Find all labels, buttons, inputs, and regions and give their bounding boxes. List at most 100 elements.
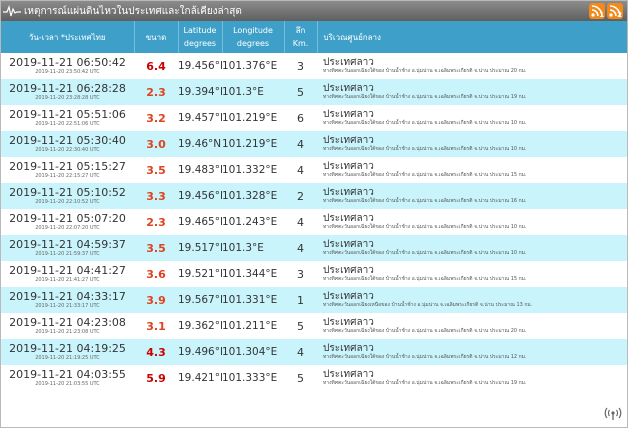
local-time: 2019-11-21 06:50:42	[9, 55, 126, 69]
datetime-cell: 2019-11-21 05:30:40 2019-11-20 22:30:40 U…	[1, 131, 134, 157]
magnitude-cell: 3.6	[146, 267, 166, 281]
magnitude-cell: 5.9	[146, 371, 166, 385]
rss-feed-2-number: 2	[617, 11, 622, 19]
utc-time: 2019-11-20 21:19:25 UTC	[35, 354, 100, 361]
longitude-cell: 101.3°E	[222, 242, 264, 254]
location-detail: ทางทิศตะวันออกเฉียงใต้ของ บ้านน้ำช้าง อ.…	[323, 276, 527, 282]
area-cell: ประเทศลาว ทางทิศตะวันออกเฉียงใต้ของ บ้านน…	[317, 53, 627, 79]
table-header-row: วัน-เวลา *ประเทศไทย ขนาด Latitude degrees…	[1, 21, 627, 53]
table-row[interactable]: 2019-11-21 05:51:06 2019-11-20 22:51:06 U…	[1, 105, 627, 131]
location-detail: ทางทิศตะวันออกเฉียงใต้ของ บ้านน้ำช้าง อ.…	[323, 198, 527, 204]
col-area: บริเวณศูนย์กลาง	[317, 21, 627, 53]
location-detail: ทางทิศตะวันออกเฉียงใต้ของ บ้านน้ำช้าง อ.…	[323, 146, 527, 152]
utc-time: 2019-11-20 22:07:20 UTC	[35, 224, 100, 231]
area-cell: ประเทศลาว ทางทิศตะวันออกเฉียงใต้ของ บ้านน…	[317, 105, 627, 131]
area-cell: ประเทศลาว ทางทิศตะวันออกเฉียงใต้ของ บ้านน…	[317, 365, 627, 391]
magnitude-cell: 2.3	[146, 85, 166, 99]
broadcast-icon[interactable]	[603, 407, 623, 421]
table-row[interactable]: 2019-11-21 04:33:17 2019-11-20 21:33:17 U…	[1, 287, 627, 313]
location-detail: ทางทิศตะวันออกเฉียงเหนือของ บ้านน้ำช้าง …	[323, 302, 533, 308]
col-depth-unit: Km.	[292, 39, 309, 48]
datetime-cell: 2019-11-21 06:50:42 2019-11-20 23:50:42 U…	[1, 53, 134, 79]
utc-time: 2019-11-20 21:41:27 UTC	[35, 276, 100, 283]
country-name: ประเทศลาว	[323, 135, 374, 146]
table-row[interactable]: 2019-11-21 06:28:28 2019-11-20 23:28:28 U…	[1, 79, 627, 105]
magnitude-cell: 2.3	[146, 215, 166, 229]
utc-time: 2019-11-20 23:50:42 UTC	[35, 68, 100, 75]
area-cell: ประเทศลาว ทางทิศตะวันออกเฉียงใต้ของ บ้านน…	[317, 157, 627, 183]
latitude-cell: 19.483°N	[178, 164, 222, 176]
table-row[interactable]: 2019-11-21 04:03:55 2019-11-20 21:03:55 U…	[1, 365, 627, 391]
longitude-cell: 101.344°E	[222, 268, 278, 280]
longitude-cell: 101.219°E	[222, 138, 278, 150]
country-name: ประเทศลาว	[323, 187, 374, 198]
magnitude-cell: 3.5	[146, 163, 166, 177]
datetime-cell: 2019-11-21 04:59:37 2019-11-20 21:59:37 U…	[1, 235, 134, 261]
longitude-cell: 101.376°E	[222, 60, 278, 72]
area-cell: ประเทศลาว ทางทิศตะวันออกเฉียงใต้ของ บ้านน…	[317, 261, 627, 287]
longitude-cell: 101.304°E	[222, 346, 278, 358]
datetime-cell: 2019-11-21 04:33:17 2019-11-20 21:33:17 U…	[1, 287, 134, 313]
table-row[interactable]: 2019-11-21 05:15:27 2019-11-20 22:15:27 U…	[1, 157, 627, 183]
longitude-cell: 101.3°E	[222, 86, 264, 98]
earthquake-table: วัน-เวลา *ประเทศไทย ขนาด Latitude degrees…	[1, 21, 627, 391]
local-time: 2019-11-21 05:51:06	[9, 107, 126, 121]
rss-feed-1-icon[interactable]: 1	[589, 3, 605, 19]
table-row[interactable]: 2019-11-21 04:23:08 2019-11-20 21:23:08 U…	[1, 313, 627, 339]
longitude-cell: 101.331°E	[222, 294, 278, 306]
country-name: ประเทศลาว	[323, 83, 374, 94]
col-latitude: Latitude degrees	[178, 21, 223, 53]
country-name: ประเทศลาว	[323, 161, 374, 172]
local-time: 2019-11-21 04:03:55	[9, 367, 126, 381]
depth-cell: 4	[297, 215, 304, 229]
col-longitude: Longitude degrees	[222, 21, 285, 53]
country-name: ประเทศลาว	[323, 239, 374, 250]
col-latitude-unit: degrees	[183, 39, 217, 48]
area-cell: ประเทศลาว ทางทิศตะวันออกเฉียงใต้ของ บ้านน…	[317, 313, 627, 339]
depth-cell: 4	[297, 345, 304, 359]
magnitude-cell: 6.4	[146, 59, 166, 73]
rss-feed-1-number: 1	[599, 11, 604, 19]
panel-header: เหตุการณ์แผ่นดินไหวในประเทศและใกล้เคียงล…	[1, 1, 627, 21]
table-row[interactable]: 2019-11-21 05:07:20 2019-11-20 22:07:20 U…	[1, 209, 627, 235]
table-row[interactable]: 2019-11-21 05:30:40 2019-11-20 22:30:40 U…	[1, 131, 627, 157]
longitude-cell: 101.219°E	[222, 112, 278, 124]
magnitude-cell: 3.2	[146, 111, 166, 125]
country-name: ประเทศลาว	[323, 213, 374, 224]
longitude-cell: 101.328°E	[222, 190, 278, 202]
latitude-cell: 19.421°N	[178, 372, 222, 384]
local-time: 2019-11-21 04:23:08	[9, 315, 126, 329]
location-detail: ทางทิศตะวันออกเฉียงใต้ของ บ้านน้ำช้าง อ.…	[323, 380, 527, 386]
col-longitude-label: Longitude	[233, 26, 273, 35]
panel-title: เหตุการณ์แผ่นดินไหวในประเทศและใกล้เคียงล…	[24, 5, 242, 17]
datetime-cell: 2019-11-21 04:19:25 2019-11-20 21:19:25 U…	[1, 339, 134, 365]
utc-time: 2019-11-20 22:10:52 UTC	[35, 198, 100, 205]
table-row[interactable]: 2019-11-21 04:59:37 2019-11-20 21:59:37 U…	[1, 235, 627, 261]
longitude-cell: 101.332°E	[222, 164, 278, 176]
location-detail: ทางทิศตะวันออกเฉียงใต้ของ บ้านน้ำช้าง อ.…	[323, 68, 527, 74]
depth-cell: 1	[297, 293, 304, 307]
area-cell: ประเทศลาว ทางทิศตะวันออกเฉียงใต้ของ บ้านน…	[317, 79, 627, 105]
utc-time: 2019-11-20 21:59:37 UTC	[35, 250, 100, 257]
datetime-cell: 2019-11-21 05:10:52 2019-11-20 22:10:52 U…	[1, 183, 134, 209]
col-magnitude: ขนาด	[134, 21, 179, 53]
country-name: ประเทศลาว	[323, 57, 374, 68]
latitude-cell: 19.457°N	[178, 112, 222, 124]
table-row[interactable]: 2019-11-21 05:10:52 2019-11-20 22:10:52 U…	[1, 183, 627, 209]
datetime-cell: 2019-11-21 05:15:27 2019-11-20 22:15:27 U…	[1, 157, 134, 183]
local-time: 2019-11-21 04:41:27	[9, 263, 126, 277]
area-cell: ประเทศลาว ทางทิศตะวันออกเฉียงใต้ของ บ้านน…	[317, 235, 627, 261]
location-detail: ทางทิศตะวันออกเฉียงใต้ของ บ้านน้ำช้าง อ.…	[323, 120, 527, 126]
area-cell: ประเทศลาว ทางทิศตะวันออกเฉียงใต้ของ บ้านน…	[317, 183, 627, 209]
table-row[interactable]: 2019-11-21 04:19:25 2019-11-20 21:19:25 U…	[1, 339, 627, 365]
country-name: ประเทศลาว	[323, 369, 374, 380]
utc-time: 2019-11-20 23:28:28 UTC	[35, 94, 100, 101]
table-row[interactable]: 2019-11-21 06:50:42 2019-11-20 23:50:42 U…	[1, 53, 627, 79]
depth-cell: 4	[297, 137, 304, 151]
rss-feed-2-icon[interactable]: 2	[607, 3, 623, 19]
area-cell: ประเทศลาว ทางทิศตะวันออกเฉียงเหนือของ บ้า…	[317, 287, 627, 313]
country-name: ประเทศลาว	[323, 343, 374, 354]
table-row[interactable]: 2019-11-21 04:41:27 2019-11-20 21:41:27 U…	[1, 261, 627, 287]
latitude-cell: 19.567°N	[178, 294, 222, 306]
country-name: ประเทศลาว	[323, 109, 374, 120]
